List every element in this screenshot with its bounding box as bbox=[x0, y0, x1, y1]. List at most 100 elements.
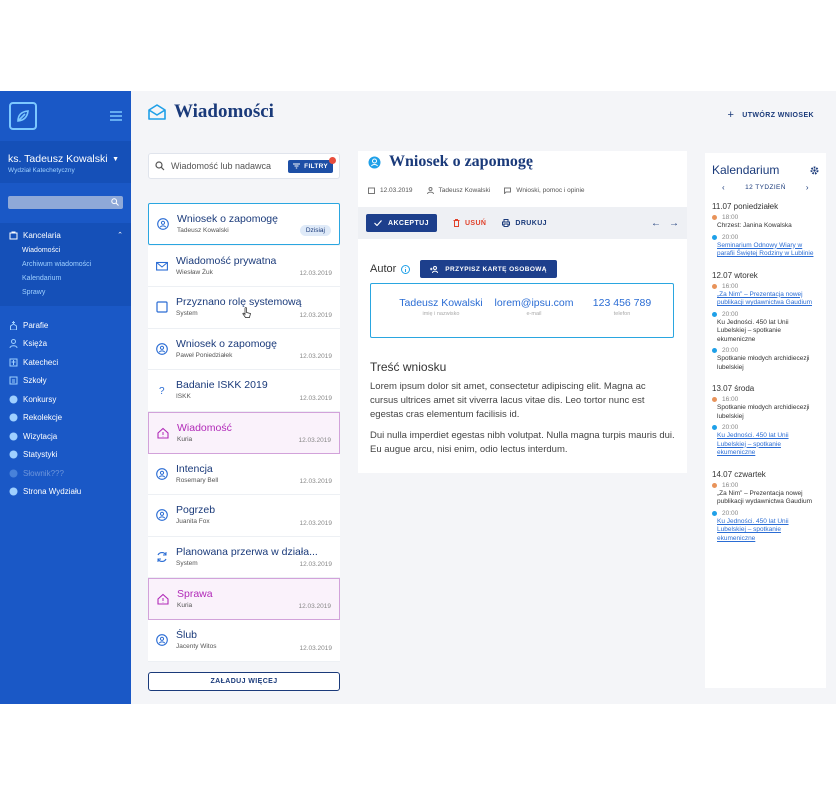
sidebar-item-label: Kancelaria bbox=[23, 230, 61, 240]
load-more-button[interactable]: ZAŁADUJ WIĘCEJ bbox=[148, 672, 340, 691]
detail-date: 12.03.2019 bbox=[380, 187, 413, 194]
square-icon bbox=[156, 301, 168, 313]
dictionary-icon bbox=[8, 468, 18, 478]
sidebar-search-input[interactable] bbox=[8, 196, 123, 209]
event-title[interactable]: Seminarium Odnowy Wiary w parafii Święte… bbox=[717, 242, 819, 259]
calendar-event[interactable]: 20:00 Ku Jedności. 450 lat Unii Lubelskie… bbox=[712, 424, 819, 458]
message-item[interactable]: Planowana przerwa w działa... System 12.03… bbox=[148, 536, 340, 579]
event-title: Chrzest: Janina Kowalska bbox=[717, 222, 792, 229]
sidebar-item-ksieza[interactable]: Księża bbox=[0, 335, 131, 354]
sidebar-subitem-archiwum[interactable]: Archiwum wiadomości bbox=[0, 258, 131, 272]
assign-card-button[interactable]: PRZYPISZ KARTĘ OSOBOWĄ bbox=[420, 260, 557, 278]
detail-meta: 12.03.2019 Tadeusz Kowalski Wnioski, pom… bbox=[368, 187, 599, 194]
message-item[interactable]: Przyznano rolę systemową System 12.03.2019 bbox=[148, 287, 340, 329]
sidebar-subitem-kalendarium[interactable]: Kalendarium bbox=[0, 272, 131, 286]
contact-name-label: imię i nazwisko bbox=[422, 311, 460, 317]
user-icon bbox=[426, 187, 434, 194]
calendar-event: 16:00 Spotkanie młodych archidiecezji lub… bbox=[712, 396, 819, 421]
sidebar-item-parafie[interactable]: Parafie bbox=[0, 316, 131, 335]
envelope-open-icon bbox=[148, 104, 166, 120]
envelope-icon bbox=[156, 260, 168, 272]
printer-icon bbox=[502, 219, 511, 227]
search-icon bbox=[155, 161, 165, 171]
event-dot bbox=[712, 234, 717, 240]
arrow-left-icon[interactable]: ← bbox=[651, 218, 661, 229]
calendar-icon bbox=[368, 187, 375, 194]
chevron-right-icon[interactable]: › bbox=[806, 183, 809, 192]
check-icon bbox=[374, 220, 382, 226]
chevron-left-icon[interactable]: ‹ bbox=[722, 183, 725, 192]
user-menu[interactable]: ks. Tadeusz Kowalski Wydział Katechetycz… bbox=[0, 141, 131, 183]
sidebar-item-wizytacja[interactable]: Wizytacja bbox=[0, 427, 131, 446]
search-icon bbox=[111, 198, 119, 206]
hamburger-menu-icon[interactable] bbox=[110, 111, 122, 121]
message-item[interactable]: Wiadomość Kuria 12.03.2019 bbox=[148, 411, 340, 454]
contact-name-value: Tadeusz Kowalski bbox=[399, 297, 483, 309]
question-icon: ? bbox=[156, 384, 168, 396]
svg-text:?: ? bbox=[159, 386, 165, 396]
message-item[interactable]: Ślub Jacenty Witos 12.03.2019 bbox=[148, 619, 340, 662]
trophy-icon bbox=[8, 394, 18, 404]
page-title-text: Wiadomości bbox=[174, 101, 274, 122]
sidebar-section-kancelaria: Kancelaria ⌃ Wiadomości Archiwum wiadomo… bbox=[0, 223, 131, 306]
contact-phone-label: telefon bbox=[613, 311, 631, 317]
message-item[interactable]: Wniosek o zapomogę Paweł Poniedziałek 12.0… bbox=[148, 328, 340, 371]
calendar-header: Kalendarium bbox=[712, 163, 819, 177]
message-item[interactable]: Pogrzeb Juanita Fox 12.03.2019 bbox=[148, 495, 340, 537]
gear-icon[interactable] bbox=[810, 166, 819, 175]
event-time: 16:00 bbox=[722, 396, 739, 403]
message-item[interactable]: ? Badanie ISKK 2019 ISKK 12.03.2019 bbox=[148, 370, 340, 412]
calendar-day-label: 11.07 poniedziałek bbox=[712, 202, 779, 211]
school-icon bbox=[8, 376, 18, 386]
contact-email-value[interactable]: lorem@ipsu.com bbox=[489, 297, 579, 309]
priest-icon bbox=[8, 339, 18, 349]
sidebar-item-label: Wizytacja bbox=[23, 431, 58, 441]
event-title[interactable]: Ku Jedności. 450 lat Unii Lubelskiej – s… bbox=[717, 518, 819, 544]
message-item[interactable]: Sprawa Kuria 12.03.2019 bbox=[148, 578, 340, 620]
calendar-event[interactable]: 16:00 „Za Nim” – Prezentacja nowej publik… bbox=[712, 283, 819, 308]
event-dot bbox=[712, 510, 717, 516]
calendar-event[interactable]: 20:00 Seminarium Odnowy Wiary w parafii Ś… bbox=[712, 234, 819, 259]
sidebar-item-label: Konkursy bbox=[23, 394, 57, 404]
detail-title-text: Wniosek o zapomogę bbox=[389, 153, 533, 170]
sidebar-item-katecheci[interactable]: Katecheci bbox=[0, 353, 131, 372]
sidebar: ks. Tadeusz Kowalski Wydział Katechetycz… bbox=[0, 91, 131, 704]
arrow-right-icon[interactable]: → bbox=[669, 218, 679, 229]
visitation-icon bbox=[8, 431, 18, 441]
event-time: 20:00 bbox=[722, 347, 739, 354]
create-request-button[interactable]: + UTWÓRZ WNIOSEK bbox=[727, 109, 814, 121]
contact-email: lorem@ipsu.com e-mail bbox=[489, 297, 579, 317]
sidebar-item-label: Parafie bbox=[23, 320, 49, 330]
sidebar-subitem-wiadomosci[interactable]: Wiadomości bbox=[0, 244, 131, 258]
message-title: Przyznano rolę systemową bbox=[176, 296, 302, 309]
event-title[interactable]: Ku Jedności. 450 lat Unii Lubelskiej – s… bbox=[717, 432, 819, 458]
contact-phone-value[interactable]: 123 456 789 bbox=[587, 297, 657, 309]
delete-label: USUŃ bbox=[464, 219, 487, 227]
print-button[interactable]: DRUKUJ bbox=[502, 219, 547, 227]
sidebar-item-konkursy[interactable]: Konkursy bbox=[0, 390, 131, 409]
info-icon[interactable] bbox=[401, 264, 411, 274]
message-item[interactable]: Wniosek o zapomogę Tadeusz Kowalski Dzisia… bbox=[148, 203, 340, 245]
calendar-event[interactable]: 20:00 Ku Jedności. 450 lat Unii Lubelskie… bbox=[712, 510, 819, 544]
accept-button[interactable]: AKCEPTUJ bbox=[366, 214, 437, 232]
calendar-event: 20:00 Spotkanie młodych archidiecezji lub… bbox=[712, 347, 819, 372]
message-item[interactable]: Intencja Rosemary Bell 12.03.2019 bbox=[148, 453, 340, 496]
sidebar-item-kancelaria[interactable]: Kancelaria ⌃ bbox=[0, 226, 131, 244]
house-icon bbox=[157, 427, 169, 439]
message-date: 12.03.2019 bbox=[299, 311, 332, 319]
house-icon bbox=[157, 593, 169, 605]
search-input[interactable] bbox=[171, 161, 281, 171]
message-title: Pogrzeb bbox=[176, 504, 216, 517]
sidebar-item-strona-wydzialu[interactable]: Strona Wydziału bbox=[0, 483, 131, 502]
message-date: 12.03.2019 bbox=[299, 644, 332, 652]
sidebar-item-rekolekcje[interactable]: Rekolekcje bbox=[0, 409, 131, 428]
logo[interactable] bbox=[9, 102, 37, 130]
sidebar-item-szkoly[interactable]: Szkoły bbox=[0, 372, 131, 391]
filters-button[interactable]: FILTRY bbox=[288, 156, 336, 173]
delete-button[interactable]: USUŃ bbox=[453, 219, 486, 227]
event-title[interactable]: „Za Nim” – Prezentacja nowej publikacji … bbox=[717, 291, 819, 308]
message-item[interactable]: Wiadomość prywatna Wiesław Żuk 12.03.2019 bbox=[148, 245, 340, 288]
sidebar-item-statystyki[interactable]: Statystyki bbox=[0, 446, 131, 465]
author-row: Autor PRZYPISZ KARTĘ OSOBOWĄ bbox=[370, 260, 557, 278]
sidebar-subitem-sprawy[interactable]: Sprawy bbox=[0, 286, 131, 300]
